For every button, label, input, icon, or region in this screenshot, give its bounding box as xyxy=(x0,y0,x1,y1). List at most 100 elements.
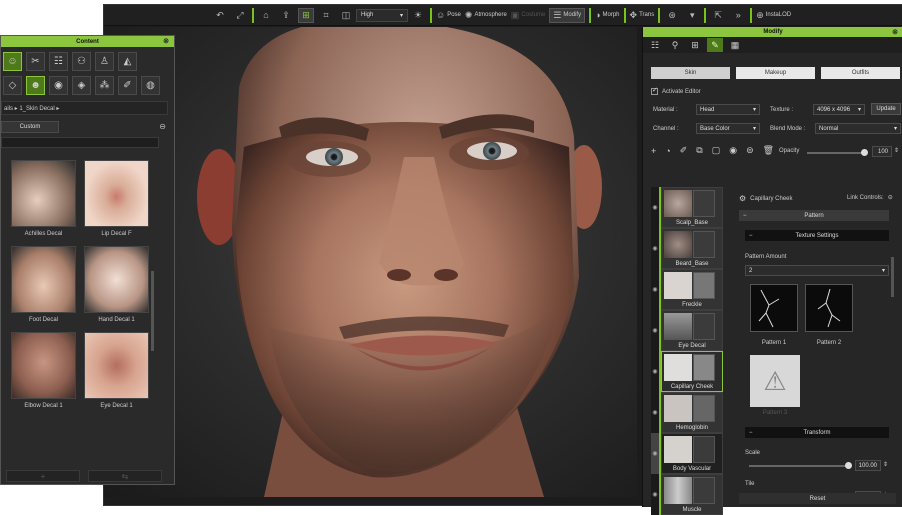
decal-item[interactable]: Elbow Decal 1 xyxy=(11,332,76,412)
character-category-icon[interactable]: ♙ xyxy=(95,52,114,71)
list-item[interactable]: ◉ Body Vascular xyxy=(651,433,723,474)
link-controls[interactable]: Link Controls: ⊝ xyxy=(847,194,893,202)
skin-category-icon[interactable]: ☺ xyxy=(3,52,22,71)
bake-icon[interactable]: ⊛ xyxy=(664,8,680,23)
fit-view-icon[interactable]: ⤢ xyxy=(232,8,248,23)
brush-icon[interactable]: ✐ xyxy=(118,76,137,95)
transform-button[interactable]: ✥ Trans xyxy=(630,8,655,23)
morph-category-icon[interactable]: ☷ xyxy=(49,52,68,71)
scale-value[interactable]: 100.00 xyxy=(855,460,881,471)
pose-button[interactable]: ☺ Pose xyxy=(436,8,461,23)
copy-icon[interactable]: ⧉ xyxy=(696,145,702,156)
stepper-icon[interactable]: ⇕ xyxy=(894,147,899,154)
search-input[interactable] xyxy=(1,137,159,148)
palette-icon[interactable]: ◍ xyxy=(141,76,160,95)
delete-icon[interactable]: 🗑 xyxy=(763,145,774,156)
tab-outfits[interactable]: Outfits xyxy=(821,67,900,79)
home-icon[interactable]: ⌂ xyxy=(258,8,274,23)
skin-editor-icon[interactable]: ✎ xyxy=(707,38,723,52)
blend-mode-dropdown[interactable]: Normal ▾ xyxy=(815,123,901,134)
render-icon[interactable]: ◫ xyxy=(338,8,354,23)
visibility-icon[interactable]: ◉ xyxy=(651,392,661,433)
light-icon[interactable]: ☀ xyxy=(410,8,426,23)
eye-icon[interactable]: ◉ xyxy=(729,145,737,156)
stepper-icon[interactable]: ⇕ xyxy=(883,461,888,468)
visibility-icon[interactable]: ◉ xyxy=(651,474,661,515)
modify-button[interactable]: ☰ Modify xyxy=(549,7,586,23)
list-item[interactable]: ◉ Eye Decal xyxy=(651,310,723,351)
content-scrollbar[interactable] xyxy=(151,271,154,351)
quality-dropdown[interactable]: High ▾ xyxy=(356,8,408,22)
properties-scrollbar[interactable] xyxy=(891,257,894,297)
collapse-icon[interactable]: ⊖ xyxy=(159,122,166,131)
add-button[interactable]: + xyxy=(6,470,80,482)
mask-icon[interactable]: ▢ xyxy=(712,145,721,156)
costume-button[interactable]: ▣ Costume xyxy=(511,8,546,23)
close-icon[interactable]: ⊗ xyxy=(892,28,898,36)
export-icon[interactable]: ⇱ xyxy=(710,8,726,23)
list-item[interactable]: ◉ Hemoglobin xyxy=(651,392,723,433)
chevron-down-icon[interactable]: ▾ xyxy=(684,8,700,23)
diamond-icon[interactable]: ◇ xyxy=(3,76,22,95)
instalod-button[interactable]: ⊕ InstaLOD xyxy=(756,8,791,23)
add-layer-icon[interactable]: + xyxy=(651,146,656,156)
channel-dropdown[interactable]: Base Color ▾ xyxy=(696,123,760,134)
hair-category-icon[interactable]: ✂ xyxy=(26,52,45,71)
list-item[interactable]: ◉ Scalp_Base xyxy=(651,187,723,228)
close-icon[interactable]: ⊗ xyxy=(163,37,169,45)
pose-category-icon[interactable]: ⚇ xyxy=(72,52,91,71)
grid-view-icon[interactable]: ⊞ xyxy=(298,7,314,23)
decal-item[interactable]: Foot Decal xyxy=(11,246,76,326)
reset-button[interactable]: Reset xyxy=(739,493,896,504)
visibility-icon[interactable]: ◉ xyxy=(651,269,661,310)
opacity-value[interactable]: 100 xyxy=(872,146,892,157)
scale-slider[interactable] xyxy=(749,462,852,469)
morph-button[interactable]: ◑ Morph xyxy=(595,8,619,23)
decal-item[interactable]: Achilles Decal xyxy=(11,160,76,240)
brush-icon[interactable]: ✐ xyxy=(680,145,688,156)
eye-icon[interactable]: ◉ xyxy=(49,76,68,95)
pick-icon[interactable]: ⌗ xyxy=(318,8,334,23)
texture-settings-section[interactable]: − Texture Settings xyxy=(745,230,889,241)
visibility-icon[interactable]: ◉ xyxy=(651,310,661,351)
scatter-icon[interactable]: ⁂ xyxy=(95,76,114,95)
scale-slider-knob[interactable] xyxy=(845,462,852,469)
breadcrumb[interactable]: ails ▸ 1_Skin Decal ▸ xyxy=(1,101,168,115)
lips-icon[interactable]: ◈ xyxy=(72,76,91,95)
pattern-3-thumbnail[interactable]: ⚠ xyxy=(750,355,800,407)
tab-custom[interactable]: Custom xyxy=(1,121,59,133)
pattern-1-thumbnail[interactable] xyxy=(750,284,798,332)
list-item[interactable]: ◉ Freckle xyxy=(651,269,723,310)
pattern-amount-dropdown[interactable]: 2 ▾ xyxy=(745,265,889,276)
decal-item[interactable]: Lip Decal F xyxy=(84,160,149,240)
pattern-2-thumbnail[interactable] xyxy=(805,284,853,332)
fill-icon[interactable]: ◔ xyxy=(665,146,670,156)
more-icon[interactable]: » xyxy=(730,8,746,23)
decal-item[interactable]: Hand Decal 1 xyxy=(84,246,149,326)
attributes-icon[interactable]: ⊞ xyxy=(687,38,703,52)
visibility-icon[interactable]: ◉ xyxy=(651,351,661,392)
sliders-icon[interactable]: ☷ xyxy=(647,38,663,52)
tab-makeup[interactable]: Makeup xyxy=(736,67,815,79)
decal-icon[interactable]: ☻ xyxy=(26,76,45,95)
opacity-slider[interactable] xyxy=(807,149,868,156)
material-dropdown[interactable]: Head ▾ xyxy=(696,104,760,115)
transform-section[interactable]: − Transform xyxy=(745,427,889,438)
checker-icon[interactable]: ▦ xyxy=(727,38,743,52)
motion-icon[interactable]: ⚲ xyxy=(667,38,683,52)
list-item[interactable]: ◉ Beard_Base xyxy=(651,228,723,269)
visibility-icon[interactable]: ◉ xyxy=(651,187,661,228)
layers-icon[interactable]: ⊜ xyxy=(746,145,754,156)
atmosphere-button[interactable]: ✺ Atmosphere xyxy=(465,8,507,23)
texture-dropdown[interactable]: 4096 x 4096 ▾ xyxy=(813,104,865,115)
3d-viewport[interactable] xyxy=(104,27,637,497)
list-item[interactable]: ◉ Muscle xyxy=(651,474,723,515)
pattern-section[interactable]: − Pattern xyxy=(739,210,889,221)
decal-item[interactable]: Eye Decal 1 xyxy=(84,332,149,412)
list-item[interactable]: ◉ Capillary Cheek xyxy=(651,351,723,392)
undo-icon[interactable]: ↶ xyxy=(212,8,228,23)
opacity-slider-knob[interactable] xyxy=(861,149,868,156)
update-button[interactable]: Update xyxy=(871,103,901,115)
visibility-icon[interactable]: ◉ xyxy=(651,433,661,474)
tab-skin[interactable]: Skin xyxy=(651,67,730,79)
